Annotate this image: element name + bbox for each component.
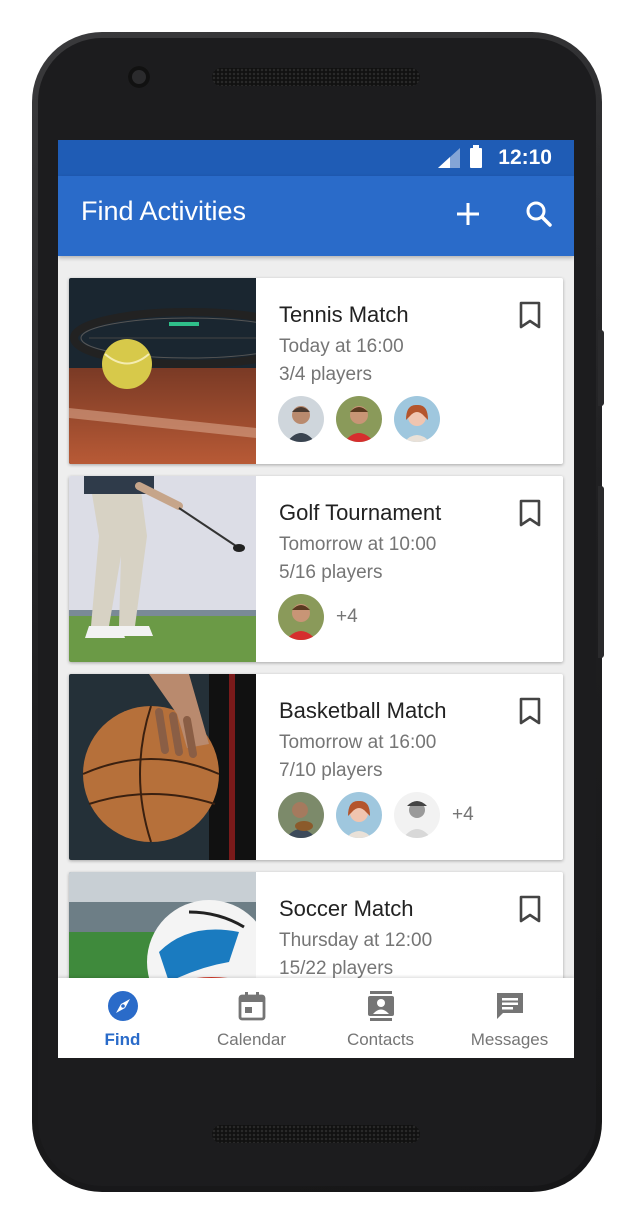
add-button[interactable]	[450, 196, 486, 232]
activity-card-basketball[interactable]: Basketball Match Tomorrow at 16:00 7/10 …	[69, 674, 563, 860]
compass-icon	[107, 991, 138, 1021]
nav-messages[interactable]: Messages	[445, 978, 574, 1058]
avatar[interactable]	[278, 792, 324, 838]
volume-button	[598, 486, 604, 658]
more-players-count: +4	[452, 804, 474, 825]
golf-photo	[69, 476, 256, 662]
screen: 12:10 Find Activities Tennis Match Today…	[58, 140, 574, 1058]
avatar[interactable]	[278, 396, 324, 442]
bottom-speaker	[212, 1125, 420, 1143]
activity-players: 15/22 players	[279, 958, 394, 978]
top-speaker	[212, 68, 420, 86]
activity-time: Tomorrow at 10:00	[279, 534, 437, 555]
activity-list[interactable]: Tennis Match Today at 16:00 3/4 players	[58, 256, 574, 978]
activity-card-soccer[interactable]: Soccer Match Thursday at 12:00 15/22 pla…	[69, 872, 563, 978]
nav-label: Messages	[470, 1030, 549, 1049]
activity-players: 5/16 players	[279, 562, 383, 583]
basketball-photo	[69, 674, 256, 860]
activity-time: Today at 16:00	[279, 336, 404, 357]
tennis-photo	[69, 278, 256, 464]
app-bar: Find Activities	[58, 176, 574, 256]
activity-players: 7/10 players	[279, 760, 383, 781]
status-time: 12:10	[498, 146, 552, 169]
signal-icon	[438, 148, 460, 168]
message-icon	[496, 993, 523, 1019]
contacts-icon	[367, 991, 394, 1021]
nav-label: Contacts	[346, 1030, 415, 1049]
activity-card-golf[interactable]: Golf Tournament Tomorrow at 10:00 5/16 p…	[69, 476, 563, 662]
search-button[interactable]	[521, 196, 557, 232]
player-avatars: +4	[278, 792, 474, 838]
soccer-photo	[69, 872, 256, 978]
search-icon	[526, 201, 552, 227]
more-players-count: +4	[336, 606, 358, 627]
avatar[interactable]	[394, 396, 440, 442]
nav-label: Calendar	[217, 1030, 286, 1049]
front-camera	[128, 66, 150, 88]
bottom-navigation: Find Calendar Contacts Messages	[58, 978, 574, 1058]
player-avatars: +4	[278, 594, 358, 640]
plus-icon	[457, 203, 479, 225]
bookmark-icon[interactable]	[517, 696, 543, 726]
avatar[interactable]	[394, 792, 440, 838]
bookmark-icon[interactable]	[517, 300, 543, 330]
nav-label: Find	[104, 1030, 141, 1049]
player-avatars	[278, 396, 452, 442]
battery-icon	[470, 145, 482, 168]
activity-time: Thursday at 12:00	[279, 930, 433, 951]
activity-players: 3/4 players	[279, 364, 372, 385]
avatar[interactable]	[278, 594, 324, 640]
bookmark-icon[interactable]	[517, 498, 543, 528]
avatar[interactable]	[336, 396, 382, 442]
activity-title: Golf Tournament	[279, 500, 442, 525]
nav-contacts[interactable]: Contacts	[316, 978, 445, 1058]
activity-time: Tomorrow at 16:00	[279, 732, 437, 753]
activity-title: Soccer Match	[279, 896, 414, 921]
nav-calendar[interactable]: Calendar	[187, 978, 316, 1058]
activity-title: Tennis Match	[279, 302, 409, 327]
activity-card-tennis[interactable]: Tennis Match Today at 16:00 3/4 players	[69, 278, 563, 464]
avatar[interactable]	[336, 792, 382, 838]
bookmark-icon[interactable]	[517, 894, 543, 924]
calendar-icon	[238, 992, 265, 1021]
power-button	[598, 330, 604, 406]
status-bar: 12:10	[58, 140, 574, 176]
page-title: Find Activities	[81, 196, 247, 226]
activity-title: Basketball Match	[279, 698, 447, 723]
nav-find[interactable]: Find	[58, 978, 187, 1058]
